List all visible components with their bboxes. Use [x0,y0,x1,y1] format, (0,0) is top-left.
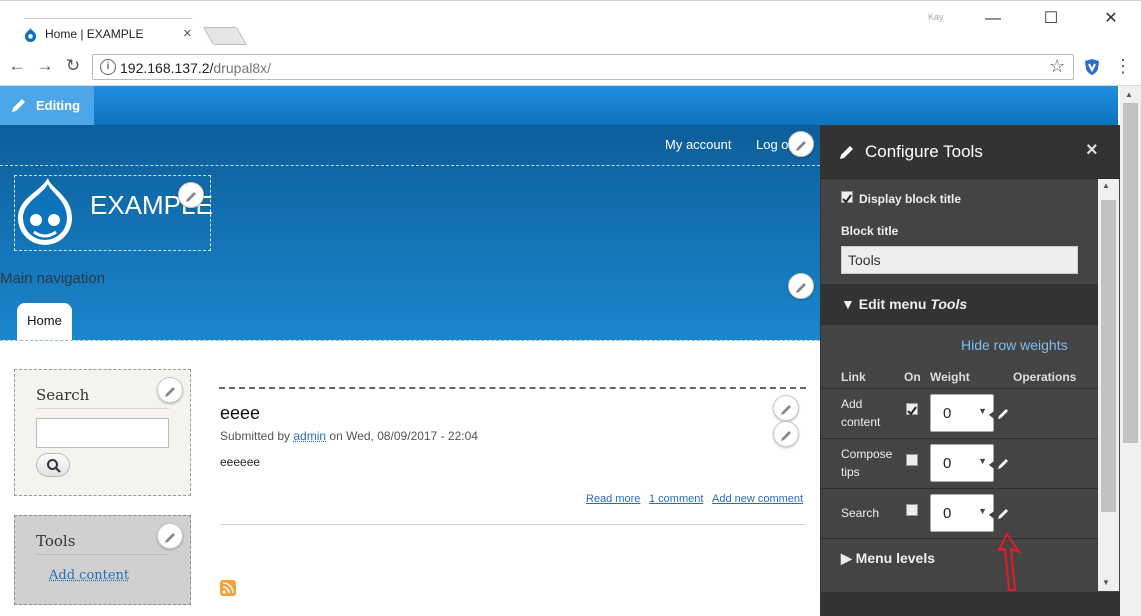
node-field-edit-pencil-icon[interactable] [773,421,799,447]
column-header-weight: Weight [930,370,970,384]
menu-link-enabled-checkbox[interactable] [906,504,918,516]
row-divider [821,438,1098,439]
pencil-icon [12,99,25,112]
tools-title-divider [36,554,169,555]
menu-link-label: Search [841,506,880,520]
menu-link-label: Compose tips [841,447,893,479]
tools-add-content-link[interactable]: Add content [49,568,129,583]
user-menu-edit-pencil-icon[interactable] [788,131,814,157]
node-submitted-info: Submitted by admin on Wed, 08/09/2017 - … [220,429,478,443]
magnifier-icon [47,459,61,473]
drupal-admin-toolbar: Editing [0,86,1118,125]
maximize-button[interactable]: ☐ [1026,4,1076,34]
add-comment-link[interactable]: Add new comment [712,493,803,505]
block-title-label: Block title [841,224,899,238]
content-region-outline [219,387,806,389]
address-bar[interactable]: i 192.168.137.2/drupal8x/ ☆ [92,54,1074,80]
node-title[interactable]: eeee [220,403,260,424]
menu-link-weight-select[interactable]: 0 ▼ [930,394,994,432]
drupal-logo-icon[interactable] [14,176,76,246]
node-divider [220,524,805,525]
window-user-label: Kay [928,12,944,22]
menu-link-enabled-checkbox[interactable] [906,403,918,416]
my-account-link[interactable]: My account [665,137,731,152]
forward-arrow-icon[interactable]: → [34,55,56,77]
back-arrow-icon[interactable]: ← [6,55,28,77]
url-text: 192.168.137.2/drupal8x/ [120,60,272,76]
nav-tab-home[interactable]: Home [17,303,72,341]
column-header-operations: Operations [1013,370,1077,384]
rss-feed-icon[interactable] [220,580,236,596]
tray-scroll-down-icon[interactable]: ▼ [1102,578,1110,587]
search-block-title: Search [36,386,90,404]
browser-toolbar: ← → ↻ i 192.168.137.2/drupal8x/ ☆ ⋮ [0,48,1141,86]
menu-link-edit-pencil-icon[interactable] [997,506,1011,520]
menu-levels-toggle[interactable]: ▶ Menu levels [841,550,935,567]
tab-close-icon[interactable]: × [183,25,192,42]
tray-scroll-up-icon[interactable]: ▲ [1102,181,1110,190]
read-more-link[interactable]: Read more [586,493,640,505]
page-scroll-up-icon[interactable]: ▲ [1125,90,1133,99]
triangle-right-icon: ▶ [841,550,856,566]
display-block-title-checkbox[interactable] [841,191,853,204]
pencil-icon [840,146,853,159]
select-arrow-icon: ▼ [978,456,987,466]
browser-menu-icon[interactable]: ⋮ [1114,54,1132,78]
node-edit-pencil-icon[interactable] [773,395,799,421]
menu-link-enabled-checkbox[interactable] [906,454,918,466]
hide-row-weights-link[interactable]: Hide row weights [961,337,1068,353]
node-author-link[interactable]: admin [293,429,326,443]
comments-link[interactable]: 1 comment [649,493,703,505]
tray-scrollbar-thumb[interactable] [1101,200,1116,512]
main-navigation-label: Main navigation [0,270,106,287]
tray-footer [820,592,1120,616]
select-arrow-icon: ▼ [978,406,987,416]
search-title-divider [36,408,169,409]
log-out-link[interactable]: Log o [756,137,789,152]
page-scrollbar-thumb[interactable] [1123,103,1138,443]
window-close-button[interactable]: ✕ [1086,4,1136,34]
search-input[interactable] [36,418,169,448]
tray-title: Configure Tools [865,142,983,161]
row-divider [821,488,1098,489]
menu-link-weight-select[interactable]: 0 ▼ [930,494,994,532]
tray-close-button[interactable]: × [1086,139,1098,162]
reload-icon[interactable]: ↻ [62,55,84,77]
menu-link-weight-select[interactable]: 0 ▼ [930,444,994,482]
bookmark-star-icon[interactable]: ☆ [1049,56,1065,77]
tools-block-edit-pencil-icon[interactable] [157,523,183,549]
tools-block-title: Tools [36,532,76,550]
branding-edit-pencil-icon[interactable] [178,182,204,208]
column-header-on: On [904,370,921,384]
menu-link-label: Add content [841,397,881,429]
editing-label: Editing [36,98,81,113]
annotation-arrow-icon [997,532,1022,591]
tab-title: Home | EXAMPLE [45,27,144,41]
display-block-title-label: Display block title [859,192,962,206]
search-block-edit-pencil-icon[interactable] [157,377,183,403]
extension-shield-icon[interactable] [1082,57,1102,77]
editing-toggle-button[interactable]: Editing [0,86,94,125]
select-arrow-icon: ▼ [978,506,987,516]
header-region-outline [0,165,820,166]
main-nav-edit-pencil-icon[interactable] [788,273,814,299]
minimize-button[interactable]: — [968,4,1018,34]
node-body: eeeeee [220,455,261,469]
search-submit-button[interactable] [36,453,70,477]
row-divider [821,538,1098,539]
row-divider [821,388,1098,389]
browser-tab-home[interactable]: Home | EXAMPLE × [8,18,208,49]
edit-menu-label[interactable]: ▼ Edit menu Tools [841,296,967,312]
header-bottom-outline [0,340,820,341]
drupal-favicon-icon [24,27,37,42]
triangle-down-icon: ▼ [841,296,859,312]
menu-link-edit-pencil-icon[interactable] [997,406,1011,420]
block-title-input[interactable]: Tools [841,246,1078,274]
menu-link-edit-pencil-icon[interactable] [997,456,1011,470]
site-info-icon[interactable]: i [100,59,116,75]
column-header-link: Link [841,370,866,384]
